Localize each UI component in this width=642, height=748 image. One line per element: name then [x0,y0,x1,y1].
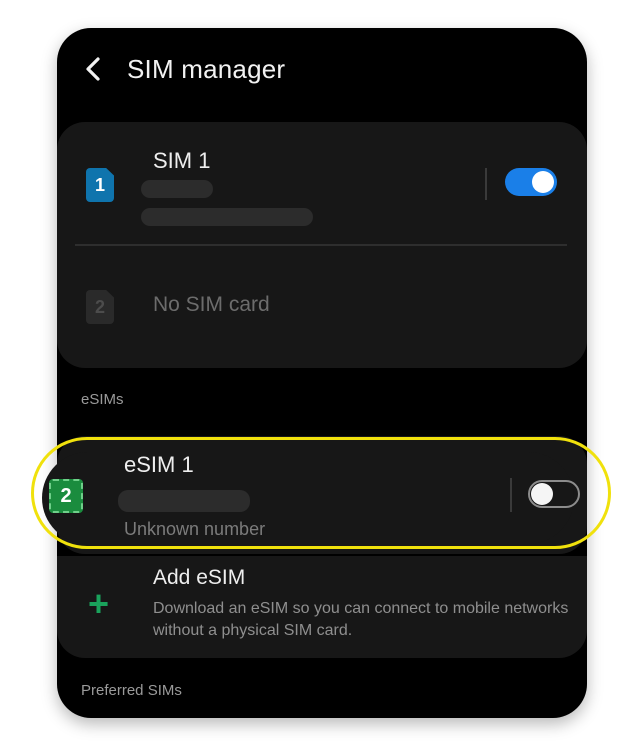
add-esim-card[interactable]: + Add eSIM Download an eSIM so you can c… [57,556,587,658]
physical-sim-card: 1 SIM 1 2 No SIM card [57,122,587,368]
redacted-esim-number [117,490,249,514]
esim-card[interactable] [57,436,587,554]
esims-section-label: eSIMs [81,391,124,408]
app-bar: SIM manager [57,28,587,112]
toggle-knob [532,171,554,193]
sim-2-row: 2 No SIM card [57,246,587,368]
preferred-sims-label: Preferred SIMs [81,682,182,699]
add-esim-description: Download an eSIM so you can connect to m… [153,600,569,639]
sim-1-row[interactable]: 1 SIM 1 [57,122,587,244]
no-sim-label: No SIM card [153,293,270,316]
sim-2-icon: 2 [86,290,114,324]
phone-screen: SIM manager 1 SIM 1 2 No SIM card eSIMs … [57,28,587,718]
chevron-left-icon[interactable] [83,56,105,82]
toggle-divider [485,168,487,200]
redacted-carrier [141,180,213,198]
add-esim-title: Add eSIM [153,566,246,589]
sim-1-icon: 1 [86,168,114,202]
toggle-knob [531,483,553,505]
esim-toggle[interactable] [528,480,580,508]
page-title: SIM manager [127,54,286,84]
toggle-divider [509,478,511,512]
plus-icon: + [88,583,110,624]
redacted-number [141,208,313,226]
sim-1-name: SIM 1 [153,148,211,173]
sim-1-toggle[interactable] [505,168,557,196]
